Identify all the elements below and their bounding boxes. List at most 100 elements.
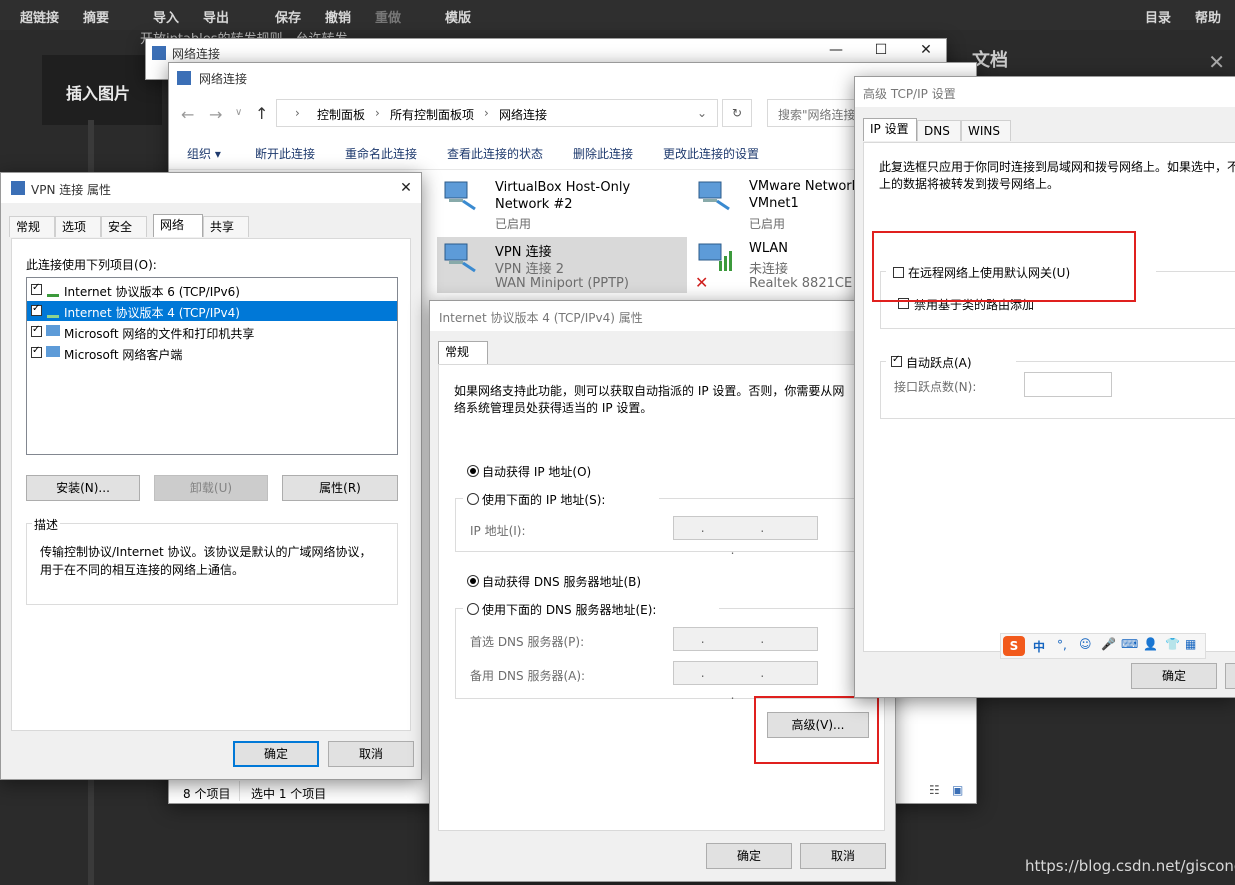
network-adapter-icon [444,243,476,273]
auto-dns-radio[interactable] [467,575,479,587]
cancel-button-partial[interactable] [1225,663,1235,689]
tab-strip: IP 设置 DNS WINS [863,118,1113,142]
list-item[interactable]: Microsoft 网络客户端 [27,343,397,363]
sogou-logo-icon[interactable]: S [1003,636,1025,656]
cmd-disconnect[interactable]: 断开此连接 [255,145,315,162]
cmd-change-settings[interactable]: 更改此连接的设置 [663,145,759,162]
list-item-selected[interactable]: Internet 协议版本 4 (TCP/IPv4) [27,301,397,321]
keyboard-icon[interactable]: ⌨ [1121,637,1138,651]
list-item[interactable]: VMware Network VMnet1 已启用 [691,175,871,231]
details-view-icon[interactable]: ☷ [929,783,940,797]
toolbar-undo[interactable]: 撤销 [325,7,351,26]
auto-metric-label: 自动跃点(A) [906,356,972,370]
item-label: Microsoft 网络的文件和打印机共享 [64,327,255,341]
tab-ip-settings[interactable]: IP 设置 [863,118,917,141]
up-arrow-icon[interactable]: ↑ [255,104,268,123]
client-checkbox[interactable] [31,345,42,358]
toolbar-redo[interactable]: 重做 [375,7,401,26]
list-item-selected[interactable]: VPN 连接 VPN 连接 2 WAN Miniport (PPTP) [437,237,687,293]
manual-dns-radio[interactable] [467,603,479,615]
ime-punctuation-icon[interactable]: °, [1057,638,1067,652]
list-item[interactable]: VirtualBox Host-Only Network #2 已启用 [437,175,687,231]
ip-address-field[interactable]: . . . [673,516,818,557]
cancel-button[interactable]: 取消 [328,741,414,767]
ime-chinese-mode[interactable]: 中 [1033,638,1045,655]
chevron-down-icon[interactable]: ⌄ [697,106,707,120]
network-icon [152,46,166,60]
close-icon[interactable]: ✕ [911,39,941,61]
cmd-view-status[interactable]: 查看此连接的状态 [447,145,543,162]
refresh-icon[interactable]: ↻ [722,99,752,127]
skin-icon[interactable]: 👕 [1165,637,1180,651]
microphone-icon[interactable]: 🎤 [1101,637,1116,651]
cmd-delete[interactable]: 删除此连接 [573,145,633,162]
address-bar[interactable]: › 控制面板 › 所有控制面板项 › 网络连接 ⌄ [276,99,718,127]
dialog-title: Internet 协议版本 4 (TCP/IPv4) 属性 [439,311,643,325]
ok-button[interactable]: 确定 [1131,663,1217,689]
cmd-rename[interactable]: 重命名此连接 [345,145,417,162]
toolbar-help[interactable]: 帮助 [1195,7,1221,26]
advanced-tcpip-dialog: 高级 TCP/IP 设置 IP 设置 DNS WINS 此复选框只应用于你同时连… [854,76,1235,698]
components-list[interactable]: Internet 协议版本 6 (TCP/IPv6) Internet 协议版本… [26,277,398,455]
properties-button[interactable]: 属性(R) [282,475,398,501]
toolbar-save[interactable]: 保存 [275,7,301,26]
maximize-icon[interactable]: ☐ [866,39,896,61]
tab-networking[interactable]: 网络 [153,214,203,237]
item-device: WAN Miniport (PPTP) [495,276,629,291]
item-device: Realtek 8821CE W [749,276,870,291]
chevron-down-icon[interactable]: ∨ [235,107,242,118]
list-item[interactable]: Internet 协议版本 6 (TCP/IPv6) [27,280,397,300]
auto-ip-radio[interactable] [467,465,479,477]
manual-ip-radio[interactable] [467,493,479,505]
breadcrumb-control-panel[interactable]: 控制面板 [317,106,365,123]
preferred-dns-field[interactable]: . . . [673,627,818,668]
ok-button[interactable]: 确定 [706,843,792,869]
toolbar-hyperlink[interactable]: 超链接 [20,7,59,26]
tab-sharing[interactable]: 共享 [203,216,249,237]
ipv6-checkbox[interactable] [31,282,42,295]
toolbar-template[interactable]: 模版 [445,7,471,26]
toolbar-export[interactable]: 导出 [203,7,229,26]
ipv4-checkbox[interactable] [31,303,42,316]
alternate-dns-field[interactable]: . . . [673,661,818,702]
ok-button[interactable]: 确定 [233,741,319,767]
toolbar-toc[interactable]: 目录 [1145,7,1171,26]
editor-toolbar: 超链接 摘要 导入 导出 保存 撤销 重做 模版 目录 帮助 [0,0,1235,30]
file-sharing-checkbox[interactable] [31,324,42,337]
list-item[interactable]: ✕ WLAN 未连接 Realtek 8821CE W [691,237,871,293]
list-item[interactable]: Microsoft 网络的文件和打印机共享 [27,322,397,342]
tab-options[interactable]: 选项 [55,216,101,237]
uninstall-button[interactable]: 卸载(U) [154,475,268,501]
toolbar-import[interactable]: 导入 [153,7,179,26]
description-text: 传输控制协议/Internet 协议。该协议是默认的广域网络协议，用于在不同的相… [40,545,372,577]
watermark: https://blog.csdn.net/giscong [1025,857,1235,875]
forward-arrow-icon[interactable]: → [209,105,222,124]
editor-doc-label: 文档 [972,50,1008,71]
large-icon-view-icon[interactable]: ▣ [952,783,963,797]
breadcrumb-all-items[interactable]: 所有控制面板项 [390,106,474,123]
minimize-icon[interactable]: — [821,39,851,61]
dialog-titlebar: Internet 协议版本 4 (TCP/IPv4) 属性 [430,301,895,331]
cmd-organize[interactable]: 组织 ▾ [187,145,221,162]
cancel-button[interactable]: 取消 [800,843,886,869]
interface-metric-field[interactable] [1024,372,1112,397]
auto-metric-checkbox[interactable] [891,354,902,367]
install-button[interactable]: 安装(N)... [26,475,140,501]
emoji-icon[interactable]: ☺ [1079,637,1092,651]
tab-security[interactable]: 安全 [101,216,147,237]
close-icon[interactable]: ✕ [1208,50,1225,74]
computer-icon [46,325,60,336]
breadcrumb-network-connections[interactable]: 网络连接 [499,106,547,123]
tab-general[interactable]: 常规 [9,216,55,237]
back-arrow-icon[interactable]: ← [181,105,194,124]
toolbar-summary[interactable]: 摘要 [83,7,109,26]
tab-general[interactable]: 常规 [438,341,488,364]
item-label: Internet 协议版本 4 (TCP/IPv4) [64,306,240,320]
toolbox-icon[interactable]: ▦ [1185,637,1196,651]
chevron-right-icon: › [484,106,489,120]
tab-wins[interactable]: WINS [961,120,1011,141]
tab-dns[interactable]: DNS [917,120,961,141]
close-icon[interactable]: ✕ [391,177,421,199]
dialog-title: VPN 连接 属性 [31,183,112,197]
user-icon[interactable]: 👤 [1143,637,1158,651]
